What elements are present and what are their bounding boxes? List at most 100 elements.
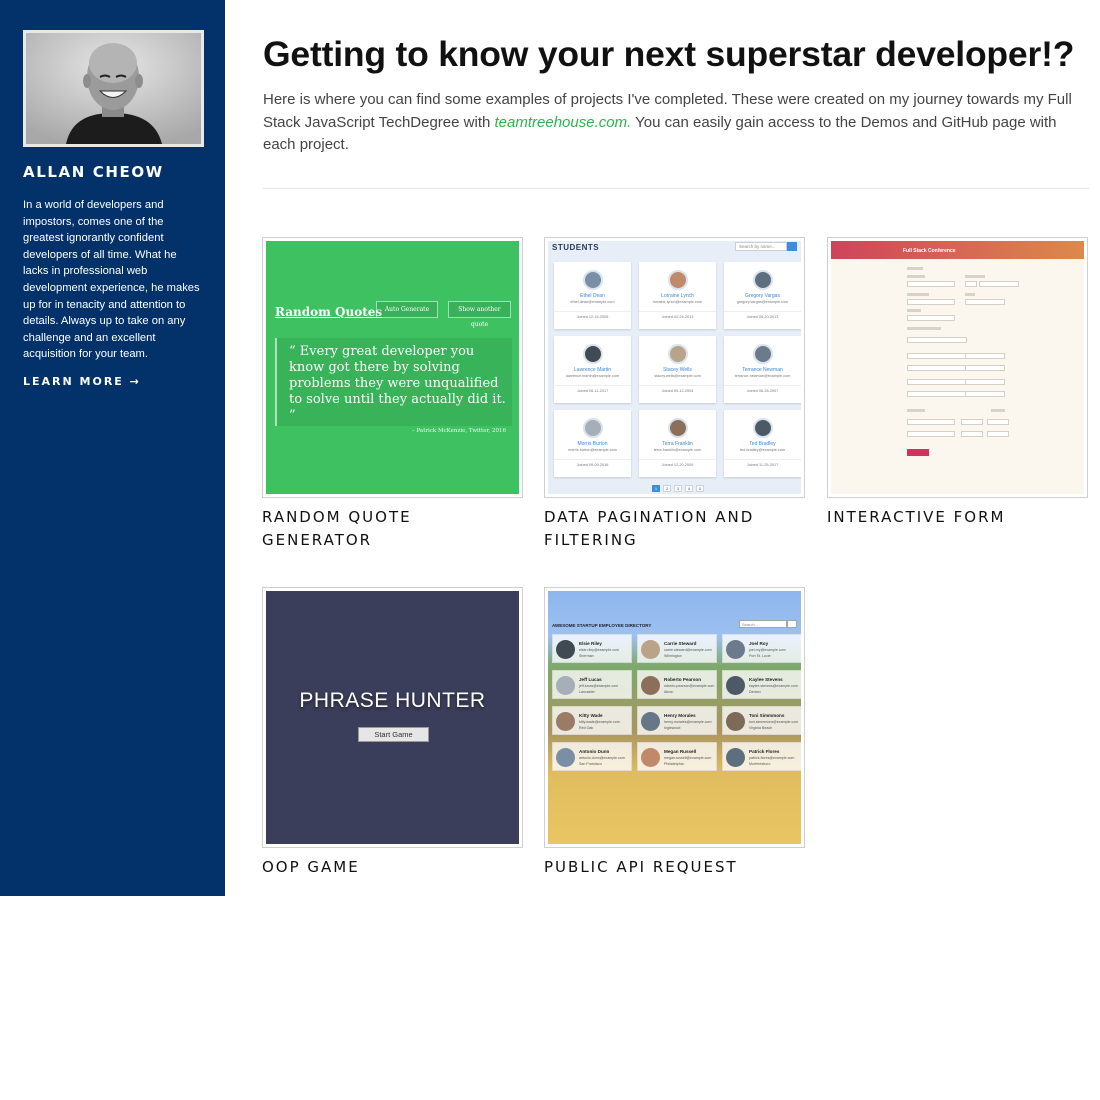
project-card-random-quote: Random Quotes Auto Generate Show another… — [262, 237, 523, 551]
employee-card: Carrie Steward carrie.steward@example.com… — [637, 634, 717, 663]
student-avatar — [752, 270, 773, 290]
student-card: Gregory Vargas gregory.vargas@example.com… — [724, 262, 801, 329]
employee-card: Kitty Wade kitty.wade@example.com Red Oak — [552, 706, 632, 735]
form-label — [991, 409, 1005, 412]
employee-email: henry.morales@example.com — [664, 720, 712, 724]
student-joined: Joined 12-15-2005 — [554, 311, 631, 319]
project-title[interactable]: OOP GAME — [262, 856, 523, 879]
student-joined: Joined 02-24-2013 — [639, 311, 716, 319]
employee-name: Roberto Pearson — [664, 677, 702, 682]
api-heading: AWESOME STARTUP EMPLOYEE DIRECTORY — [552, 623, 652, 628]
form-label — [907, 275, 925, 278]
employee-email: toni.simmmons@example.com — [749, 720, 799, 724]
ph-heading: PHRASE HUNTER — [299, 689, 486, 712]
employee-card: Joel Roy joel.roy@example.com Port St. Luc… — [722, 634, 801, 663]
employee-name: Toni Simmmons — [749, 713, 785, 718]
employee-avatar — [726, 676, 745, 695]
form-field — [961, 419, 983, 425]
project-card-public-api: AWESOME STARTUP EMPLOYEE DIRECTORY Searc… — [544, 587, 805, 879]
student-avatar — [667, 344, 688, 364]
project-title[interactable]: PUBLIC API REQUEST — [544, 856, 805, 879]
employee-city: Denton — [749, 690, 761, 694]
employee-email: roberto.pearson@example.com — [664, 684, 715, 688]
project-title[interactable]: DATA PAGINATION AND FILTERING — [544, 506, 805, 551]
employee-email: joel.roy@example.com — [749, 648, 786, 652]
employee-card: Henry Morales henry.morales@example.com In… — [637, 706, 717, 735]
student-name: Terrance Newman — [742, 367, 783, 373]
ph-start-game-button: Start Game — [358, 727, 429, 742]
treehouse-link[interactable]: teamtreehouse.com. — [495, 114, 632, 131]
student-card: Stacey Wells stacey.wells@example.com Join… — [639, 336, 716, 403]
employee-card: Patrick Flores patrick.flores@example.com… — [722, 742, 801, 771]
employee-avatar — [556, 712, 575, 731]
employee-city: Red Oak — [579, 726, 594, 730]
employee-avatar — [556, 676, 575, 695]
employee-avatar — [641, 640, 660, 659]
project-title[interactable]: INTERACTIVE FORM — [827, 506, 1088, 529]
form-register-button — [907, 449, 929, 456]
page-button: 5 — [696, 485, 704, 492]
form-field — [987, 419, 1009, 425]
employee-city: Murfreesboro — [749, 762, 771, 766]
employee-name: Jeff Lucas — [579, 677, 602, 682]
student-joined: Joined 09-12-2004 — [639, 385, 716, 393]
employee-email: patrick.flores@example.com — [749, 756, 795, 760]
project-card-interactive-form: Full Stack Conference INTERACTIVE FORM — [827, 237, 1088, 529]
employee-avatar — [641, 748, 660, 767]
employee-city: Philadelphia — [664, 762, 684, 766]
student-email: lawrence.martin@example.com — [565, 374, 620, 378]
project-card-data-pagination: STUDENTS Search by name... 12345 Ethel D… — [544, 237, 805, 551]
employee-avatar — [556, 748, 575, 767]
student-joined: Joined 05-20-2013 — [724, 311, 801, 319]
project-thumbnail[interactable]: AWESOME STARTUP EMPLOYEE DIRECTORY Searc… — [544, 587, 805, 848]
employee-name: Elsie Riley — [579, 641, 602, 646]
project-thumbnail[interactable]: STUDENTS Search by name... 12345 Ethel D… — [544, 237, 805, 498]
form-field — [961, 431, 983, 437]
form-label — [965, 275, 985, 278]
api-search-input: Search... — [739, 620, 787, 628]
student-avatar — [667, 418, 688, 438]
student-email: ethel.dean@example.com — [570, 300, 615, 304]
form-field — [987, 431, 1009, 437]
employee-name: Henry Morales — [664, 713, 696, 718]
students-heading: STUDENTS — [552, 243, 600, 252]
student-name: Lawrence Martin — [574, 367, 611, 373]
project-thumbnail[interactable]: Full Stack Conference — [827, 237, 1088, 498]
employee-city: Wilmington — [664, 654, 682, 658]
learn-more-link[interactable]: LEARN MORE → — [23, 375, 141, 388]
employee-name: Kaylee Stevens — [749, 677, 783, 682]
form-field — [965, 391, 1005, 397]
profile-photo — [23, 30, 204, 147]
rq-quote-text: Every great developer you know got there… — [289, 344, 506, 407]
employee-name: Antonio Dunn — [579, 749, 610, 754]
employee-email: kitty.wade@example.com — [579, 720, 620, 724]
project-card-oop-game: PHRASE HUNTER Start Game OOP GAME — [262, 587, 523, 879]
student-card: Ethel Dean ethel.dean@example.com Joined 1… — [554, 262, 631, 329]
employee-city: Akron — [664, 690, 674, 694]
student-avatar — [582, 344, 603, 364]
project-title[interactable]: RANDOM QUOTE GENERATOR — [262, 506, 523, 551]
student-name: Terra Franklin — [662, 441, 693, 447]
student-joined: Joined 06-11-2017 — [554, 385, 631, 393]
student-card: Ted Bradley ted.bradley@example.com Joined… — [724, 410, 801, 477]
employee-email: antonio.dunn@example.com — [579, 756, 625, 760]
project-thumbnail[interactable]: Random Quotes Auto Generate Show another… — [262, 237, 523, 498]
student-name: Ethel Dean — [580, 293, 605, 299]
phrase-hunter-screenshot: PHRASE HUNTER Start Game — [266, 591, 519, 844]
student-email: stacey.wells@example.com — [654, 374, 701, 378]
employee-city: San Francisco — [579, 762, 602, 766]
rq-citation: – Patrick McKenzie, Twitter, 2016 — [411, 428, 506, 434]
pagination: 12345 — [652, 485, 704, 492]
project-thumbnail[interactable]: PHRASE HUNTER Start Game — [262, 587, 523, 848]
student-email: gregory.vargas@example.com — [736, 300, 789, 304]
student-email: ted.bradley@example.com — [739, 448, 786, 452]
form-header-bar — [831, 241, 1084, 259]
employee-directory-screenshot: AWESOME STARTUP EMPLOYEE DIRECTORY Searc… — [548, 591, 801, 844]
developer-name: ALLAN CHEOW — [23, 163, 164, 181]
student-joined: Joined 11-25-2017 — [724, 459, 801, 467]
form-field — [979, 281, 1019, 287]
student-card: Morris Burton morris.burton@example.com Jo… — [554, 410, 631, 477]
student-email: terra.franklin@example.com — [653, 448, 702, 452]
student-name: Ted Bradley — [749, 441, 776, 447]
form-label — [907, 267, 923, 270]
